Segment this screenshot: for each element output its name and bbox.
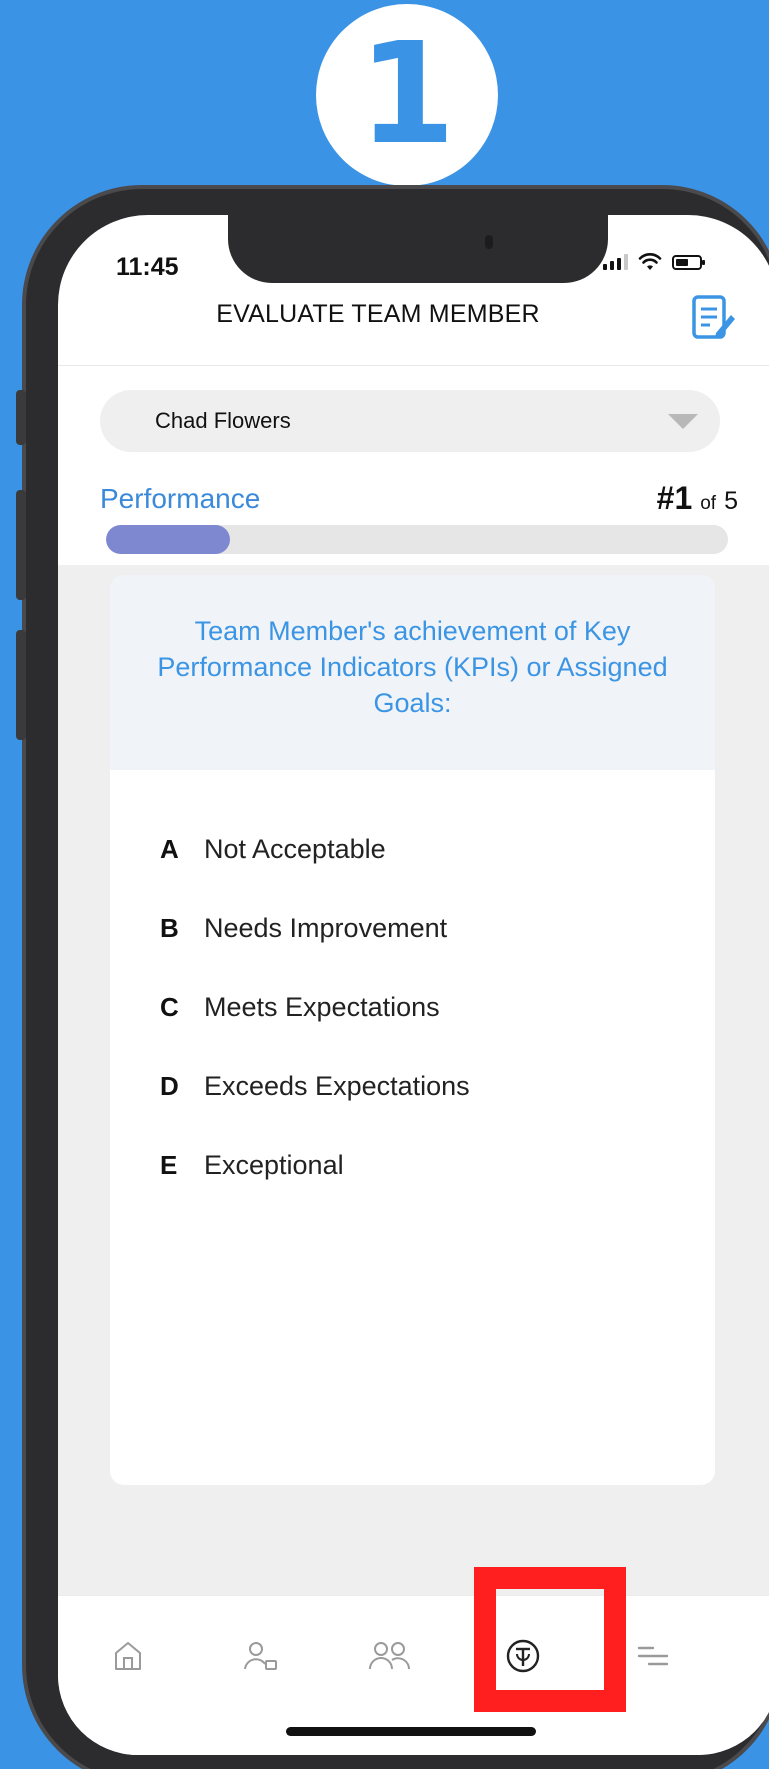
option-label: Exceeds Expectations xyxy=(204,1071,470,1101)
question-text: Team Member's achievement of Key Perform… xyxy=(110,575,715,770)
header-divider xyxy=(58,365,769,366)
wifi-icon xyxy=(638,253,662,270)
option-letter: C xyxy=(160,992,179,1022)
cellular-signal-icon xyxy=(603,254,628,270)
section-label: Performance xyxy=(100,483,261,514)
option-label: Needs Improvement xyxy=(204,913,448,943)
step-number-badge: 1 xyxy=(316,4,498,186)
option-b[interactable]: B Needs Improvement xyxy=(110,889,715,968)
nav-team[interactable] xyxy=(360,1626,420,1686)
option-letter: E xyxy=(160,1150,178,1180)
team-member-icon xyxy=(244,1642,277,1670)
phone-notch xyxy=(228,215,608,283)
edit-document-icon xyxy=(692,295,735,339)
rating-options: A Not Acceptable B Needs Improvement C M… xyxy=(110,770,715,1205)
page-title: EVALUATE TEAM MEMBER xyxy=(216,300,540,328)
option-label: Not Acceptable xyxy=(204,834,386,864)
battery-icon xyxy=(672,254,705,270)
counter-current: #1 xyxy=(656,480,693,516)
counter-of-label: of xyxy=(700,493,717,514)
edit-notes-button[interactable] xyxy=(688,293,738,343)
option-e[interactable]: E Exceptional xyxy=(110,1126,715,1205)
nav-home[interactable] xyxy=(98,1626,158,1686)
question-card: Team Member's achievement of Key Perform… xyxy=(110,575,715,1485)
option-letter: B xyxy=(160,913,179,943)
progress-bar xyxy=(106,525,728,554)
phone-silent-switch xyxy=(16,390,26,445)
highlight-box xyxy=(474,1567,626,1712)
status-time: 11:45 xyxy=(116,253,179,281)
option-d[interactable]: D Exceeds Expectations xyxy=(110,1047,715,1126)
status-icons xyxy=(603,253,705,271)
selected-member-name: Chad Flowers xyxy=(155,408,291,433)
step-number: 1 xyxy=(358,13,456,176)
option-label: Meets Expectations xyxy=(204,992,440,1022)
option-c[interactable]: C Meets Expectations xyxy=(110,968,715,1047)
notch-camera xyxy=(485,235,493,249)
phone-volume-up-button xyxy=(16,490,26,600)
nav-team-member[interactable] xyxy=(231,1626,291,1686)
progress-bar-fill xyxy=(106,525,231,554)
option-a[interactable]: A Not Acceptable xyxy=(110,810,715,889)
option-label: Exceptional xyxy=(204,1150,344,1180)
team-member-dropdown[interactable]: Chad Flowers xyxy=(100,390,720,452)
menu-icon xyxy=(637,1646,669,1666)
phone-volume-down-button xyxy=(16,630,26,740)
team-icon xyxy=(369,1642,410,1670)
dropdown-caret-icon xyxy=(668,414,698,429)
option-letter: D xyxy=(160,1071,179,1101)
nav-menu[interactable] xyxy=(623,1626,683,1686)
home-icon xyxy=(115,1642,141,1670)
question-counter: #1 of 5 xyxy=(657,480,738,517)
counter-total: 5 xyxy=(724,487,738,515)
option-letter: A xyxy=(160,834,179,864)
home-indicator xyxy=(286,1727,536,1736)
phone-screen: 11:45 EVALUATE TEAM MEMBER Chad Flowers … xyxy=(58,215,769,1755)
